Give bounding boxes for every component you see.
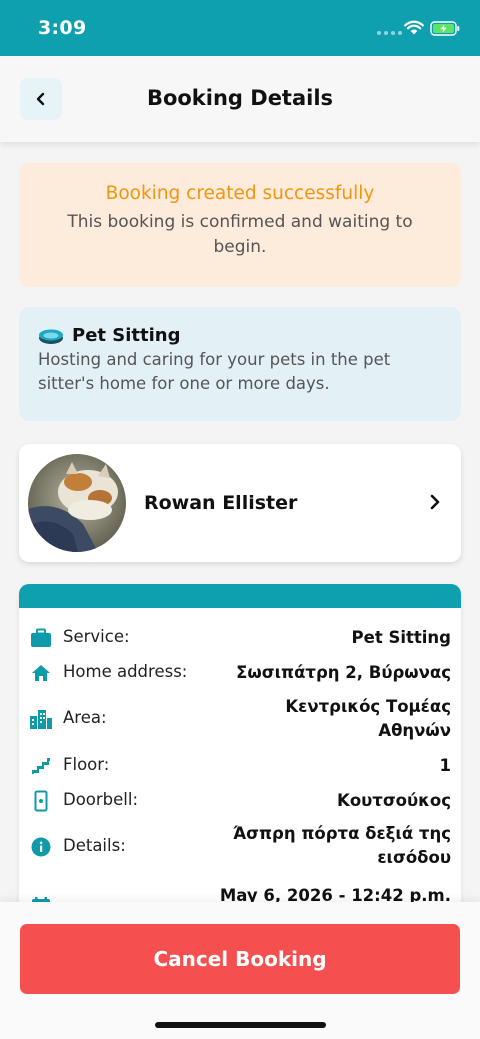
signal-icon: [377, 31, 402, 35]
details-header-band: [19, 584, 461, 608]
alert-text: This booking is confirmed and waiting to…: [67, 212, 413, 257]
detail-value: Pet Sitting: [351, 628, 451, 647]
alert-title: Booking created successfully: [105, 183, 375, 204]
avatar: [28, 454, 126, 552]
briefcase-icon: [29, 626, 53, 650]
header: Booking Details: [0, 56, 480, 142]
home-indicator[interactable]: [155, 1022, 326, 1028]
service-description: Hosting and caring for your pets in the …: [38, 350, 391, 393]
detail-label: Details:: [63, 836, 126, 855]
sitter-name: Rowan Ellister: [144, 492, 298, 514]
booking-details-card: Service: Pet Sitting Home address: Σωσιπ…: [19, 584, 461, 902]
status-time: 3:09: [38, 17, 87, 39]
home-icon: [29, 661, 53, 685]
stairs-icon: [29, 754, 53, 778]
booking-content[interactable]: Booking created successfully This bookin…: [0, 142, 480, 902]
wifi-icon: [404, 20, 424, 35]
city-icon: [29, 707, 53, 731]
detail-value: Κουτσούκος: [337, 791, 451, 810]
detail-value: Σωσιπάτρη 2, Βύρωνας: [236, 663, 451, 682]
detail-label: Home address:: [63, 662, 188, 681]
pet-bed-icon: [39, 329, 63, 344]
doorbell-icon: [29, 789, 53, 813]
page-title: Booking Details: [146, 86, 334, 110]
cancel-booking-button[interactable]: Cancel Booking: [20, 924, 460, 994]
detail-value: 1: [439, 756, 451, 775]
battery-icon: [430, 21, 460, 36]
chevron-right-icon: [430, 494, 440, 510]
detail-label: Floor:: [63, 755, 110, 774]
detail-label: Area:: [63, 708, 107, 727]
detail-label: Service:: [63, 627, 130, 646]
detail-value: Κεντρικός Τομέας Αθηνών: [285, 697, 451, 740]
service-title: Pet Sitting: [72, 325, 181, 346]
bottom-action-bar: Cancel Booking: [0, 902, 480, 1039]
service-card: Pet Sitting Hosting and caring for your …: [19, 307, 461, 421]
detail-label: Doorbell:: [63, 790, 139, 809]
success-alert: Booking created successfully This bookin…: [19, 163, 461, 287]
calendar-icon: [29, 894, 53, 902]
sitter-card[interactable]: Rowan Ellister: [19, 444, 461, 562]
info-icon: [29, 835, 53, 859]
detail-value: May 6, 2026 - 12:42 p.m.: [219, 886, 451, 902]
detail-value: Άσπρη πόρτα δεξιά της εισόδου: [232, 824, 451, 867]
status-bar: 3:09: [0, 0, 480, 56]
